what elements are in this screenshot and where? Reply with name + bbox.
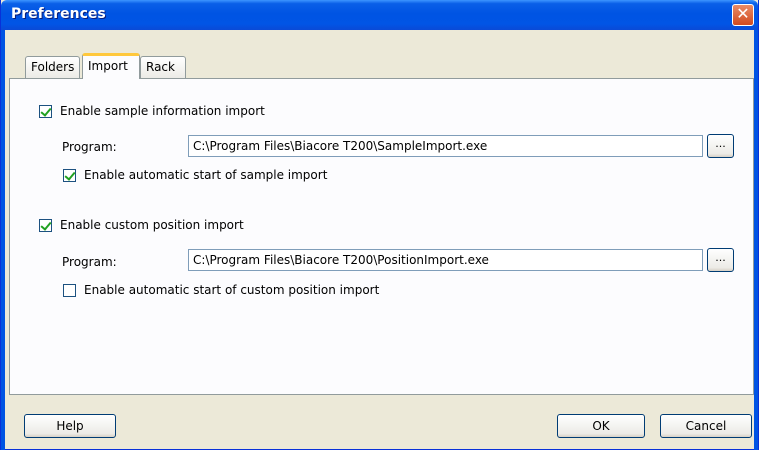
enable-position-import-checkbox[interactable] [39, 218, 52, 232]
enable-sample-import-checkbox[interactable] [39, 104, 52, 118]
tab-import-label: Import [88, 59, 128, 73]
close-button[interactable]: ✕ [732, 4, 754, 26]
sample-auto-start-label: Enable automatic start of sample import [84, 168, 328, 182]
window-title: Preferences [11, 6, 106, 22]
window-frame-left [1, 30, 5, 450]
tab-rack[interactable]: Rack [140, 56, 186, 78]
position-program-label: Program: [62, 255, 117, 269]
position-program-path-field[interactable]: C:\Program Files\Biacore T200\PositionIm… [188, 249, 703, 271]
cancel-button[interactable]: Cancel [660, 414, 752, 438]
position-auto-start-checkbox[interactable] [63, 283, 76, 297]
tab-rack-label: Rack [146, 60, 175, 74]
preferences-dialog: Preferences ✕ Folders Import Rack Enable… [0, 0, 759, 450]
position-program-browse-button[interactable]: ... [707, 248, 734, 272]
position-auto-start-option[interactable]: Enable automatic start of custom positio… [63, 283, 379, 297]
enable-position-import-label: Enable custom position import [60, 218, 244, 232]
sample-program-path-field[interactable]: C:\Program Files\Biacore T200\SampleImpo… [188, 135, 703, 157]
import-tab-panel [9, 78, 754, 395]
title-bar[interactable]: Preferences ✕ [1, 0, 758, 30]
close-icon: ✕ [736, 4, 750, 23]
sample-program-label: Program: [62, 140, 117, 154]
tab-import[interactable]: Import [82, 53, 140, 79]
window-frame-right [754, 30, 758, 450]
enable-sample-import-label: Enable sample information import [60, 104, 265, 118]
sample-auto-start-option[interactable]: Enable automatic start of sample import [63, 168, 327, 182]
position-auto-start-label: Enable automatic start of custom positio… [84, 283, 380, 297]
sample-auto-start-checkbox[interactable] [63, 168, 76, 182]
ok-button[interactable]: OK [557, 414, 645, 438]
enable-sample-import-option[interactable]: Enable sample information import [39, 104, 265, 118]
enable-position-import-option[interactable]: Enable custom position import [39, 218, 244, 232]
help-button[interactable]: Help [24, 414, 116, 438]
tab-folders-label: Folders [31, 60, 75, 74]
tab-folders[interactable]: Folders [25, 56, 80, 78]
sample-program-browse-button[interactable]: ... [707, 134, 734, 158]
